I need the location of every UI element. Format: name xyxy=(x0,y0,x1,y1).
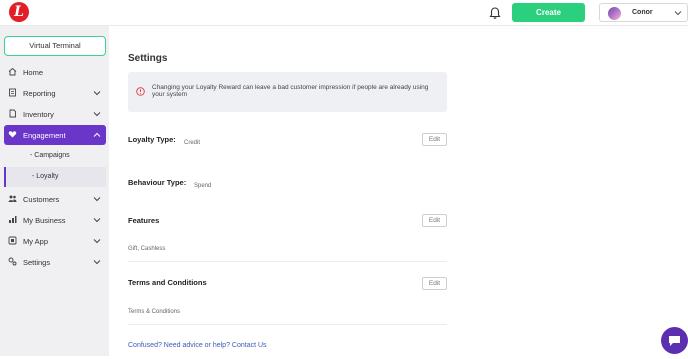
chevron-down-icon xyxy=(93,218,101,223)
chevron-up-icon xyxy=(93,132,101,137)
help-contact-link[interactable]: Confused? Need advice or help? Contact U… xyxy=(128,342,267,349)
terms-value: Terms & Conditions xyxy=(128,309,181,315)
warning-alert: Changing your Loyalty Reward can leave a… xyxy=(128,72,447,112)
home-icon xyxy=(8,67,17,76)
loyalty-type-label: Loyalty Type: xyxy=(128,135,176,144)
chat-bubble-icon[interactable] xyxy=(661,327,688,354)
sidebar-item-label: Reporting xyxy=(23,89,56,98)
features-label: Features xyxy=(128,216,160,225)
sidebar-item-engagement[interactable]: Engagement xyxy=(4,125,106,145)
chevron-down-icon xyxy=(93,112,101,117)
behaviour-type-value: Spend xyxy=(194,183,212,189)
alert-circle-icon xyxy=(136,87,145,96)
heart-icon xyxy=(8,131,17,138)
edit-terms-button[interactable]: Edit xyxy=(422,277,447,290)
sidebar-item-label: Settings xyxy=(23,258,51,267)
file-icon xyxy=(9,88,16,97)
page-title: Settings xyxy=(128,53,168,64)
sidebar-item-label: Engagement xyxy=(23,131,66,140)
alert-message: Changing your Loyalty Reward can leave a… xyxy=(152,84,429,98)
chevron-down-icon xyxy=(93,91,101,96)
sidebar-item-customers[interactable]: Customers xyxy=(4,189,106,209)
bell-icon[interactable] xyxy=(488,6,502,20)
chevron-down-icon xyxy=(674,11,682,16)
edit-loyalty-type-button[interactable]: Edit xyxy=(422,133,447,146)
sidebar-item-inventory[interactable]: Inventory xyxy=(4,104,106,124)
sidebar-item-label: My App xyxy=(23,237,49,246)
behaviour-type-label: Behaviour Type: xyxy=(128,178,187,187)
sidebar-subitem-loyalty[interactable]: - Loyalty xyxy=(4,167,106,187)
users-icon xyxy=(8,195,17,202)
top-bar: L Create Conor xyxy=(0,0,688,26)
create-button[interactable]: Create xyxy=(512,3,585,22)
sidebar-subitem-label: - Loyalty xyxy=(32,173,59,180)
divider xyxy=(128,324,447,325)
sidebar-item-my-business[interactable]: My Business xyxy=(4,210,106,230)
loyalty-type-value: Credit xyxy=(184,140,201,146)
sidebar: Virtual Terminal Home Reporting Inventor… xyxy=(0,26,109,356)
settings-icon xyxy=(8,257,17,266)
chevron-down-icon xyxy=(93,197,101,202)
sidebar-item-reporting[interactable]: Reporting xyxy=(4,83,106,103)
chevron-down-icon xyxy=(93,260,101,265)
sidebar-subitem-campaigns[interactable]: - Campaigns xyxy=(4,146,106,166)
virtual-terminal-button[interactable]: Virtual Terminal xyxy=(4,36,106,56)
user-name: Conor xyxy=(632,9,653,16)
features-value: Gift, Cashless xyxy=(128,246,166,252)
divider xyxy=(128,261,447,262)
app-icon xyxy=(8,236,17,245)
chart-icon xyxy=(9,216,17,223)
sidebar-item-label: My Business xyxy=(23,216,66,225)
sidebar-item-my-app[interactable]: My App xyxy=(4,231,106,251)
edit-features-button[interactable]: Edit xyxy=(422,214,447,227)
chat-icon xyxy=(669,336,680,346)
sidebar-item-settings[interactable]: Settings xyxy=(4,252,106,272)
sidebar-item-label: Home xyxy=(23,68,44,77)
user-menu[interactable]: Conor xyxy=(599,3,688,22)
chevron-down-icon xyxy=(93,239,101,244)
sidebar-item-home[interactable]: Home xyxy=(4,62,106,82)
document-icon xyxy=(9,109,16,118)
sidebar-subitem-label: - Campaigns xyxy=(30,152,70,159)
main-content: Settings Changing your Loyalty Reward ca… xyxy=(109,26,688,356)
terms-label: Terms and Conditions xyxy=(128,278,207,287)
avatar xyxy=(608,7,621,20)
sidebar-item-label: Customers xyxy=(23,195,60,204)
sidebar-item-label: Inventory xyxy=(23,110,54,119)
brand-logo-icon[interactable]: L xyxy=(9,2,29,22)
